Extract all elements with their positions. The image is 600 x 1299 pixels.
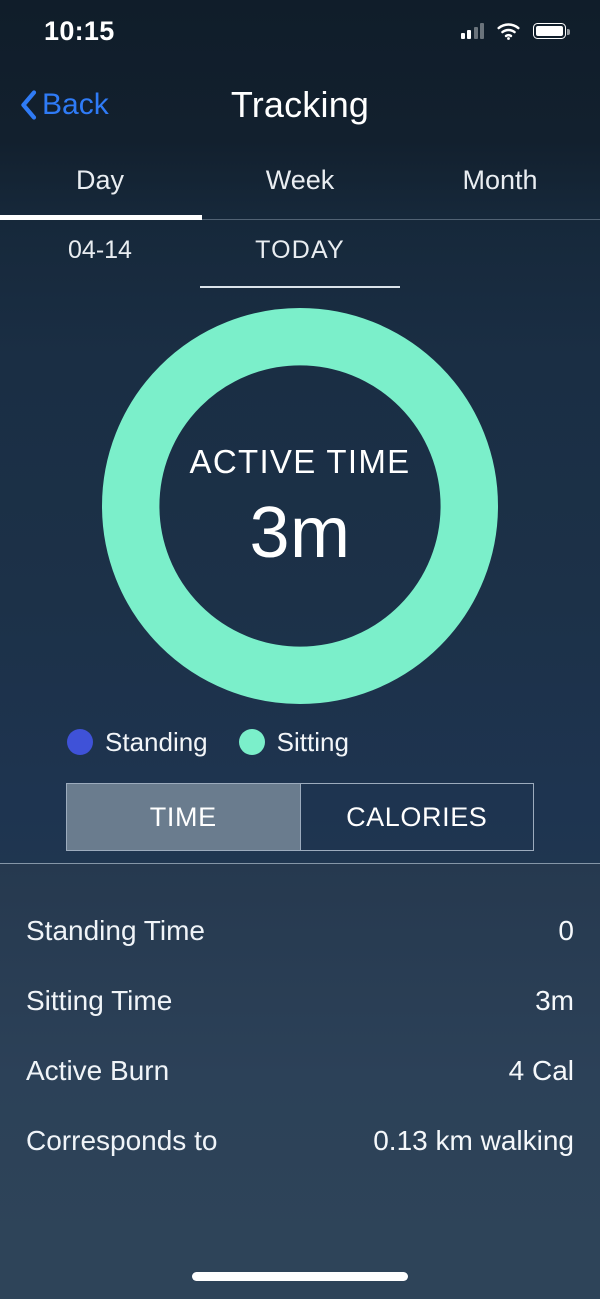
segment-time[interactable]: TIME (67, 784, 300, 850)
legend-label-standing: Standing (105, 726, 208, 757)
table-row: Corresponds to 0.13 km walking (26, 1106, 574, 1176)
navigation-bar: Back Tracking (0, 62, 600, 147)
legend-label-sitting: Sitting (276, 726, 349, 757)
status-bar: 10:15 (0, 0, 600, 62)
tab-week[interactable]: Week (200, 147, 400, 220)
metric-toggle-wrapper: TIME CALORIES (0, 771, 600, 863)
home-indicator-area (0, 1253, 600, 1299)
donut-chart[interactable]: ACTIVE TIME 3m (102, 307, 498, 704)
status-bar-icons (460, 22, 570, 40)
stat-label-sitting-time: Sitting Time (26, 985, 173, 1016)
stats-panel: Standing Time 0 Sitting Time 3m Active B… (0, 863, 600, 1253)
donut-chart-svg (102, 307, 498, 704)
status-bar-clock: 10:15 (44, 15, 115, 46)
tab-day[interactable]: Day (0, 147, 200, 220)
wifi-icon (497, 22, 520, 40)
donut-segment-sitting (102, 307, 498, 704)
table-row: Standing Time 0 (26, 896, 574, 966)
tab-month[interactable]: Month (400, 147, 600, 220)
date-item-next[interactable] (400, 230, 600, 298)
battery-full-icon (533, 23, 570, 39)
date-selector: 04-14 TODAY (0, 220, 600, 298)
legend-item-sitting[interactable]: Sitting (238, 726, 349, 758)
stat-value-active-burn: 4 Cal (508, 1055, 574, 1086)
cellular-signal-icon (460, 23, 484, 39)
metric-segmented-control: TIME CALORIES (66, 783, 534, 851)
back-button-label: Back (42, 87, 109, 121)
active-time-chart: ACTIVE TIME 3m (0, 298, 600, 713)
table-row: Sitting Time 3m (26, 966, 574, 1036)
home-indicator[interactable] (192, 1271, 408, 1281)
legend-item-standing[interactable]: Standing (67, 727, 208, 758)
stat-value-standing-time: 0 (558, 915, 574, 946)
legend-dot-standing (67, 729, 93, 755)
phone-screen: 10:15 Back Tracking Day Week Month 04-14… (0, 0, 600, 1299)
table-row: Active Burn 4 Cal (26, 1036, 574, 1106)
legend-dot-sitting (238, 729, 265, 755)
stat-value-sitting-time: 3m (535, 985, 574, 1016)
segment-calories[interactable]: CALORIES (299, 784, 534, 850)
stat-label-standing-time: Standing Time (26, 915, 205, 946)
stat-value-corresponds-to: 0.13 km walking (373, 1125, 574, 1156)
date-item-previous[interactable]: 04-14 (0, 230, 200, 298)
chevron-left-icon (20, 89, 37, 120)
stat-label-corresponds-to: Corresponds to (26, 1125, 218, 1156)
back-button[interactable]: Back (20, 88, 109, 122)
date-active-indicator (200, 285, 400, 288)
period-tab-bar: Day Week Month (0, 147, 600, 220)
stat-label-active-burn: Active Burn (26, 1055, 170, 1086)
chart-legend: Standing Sitting (0, 713, 600, 771)
